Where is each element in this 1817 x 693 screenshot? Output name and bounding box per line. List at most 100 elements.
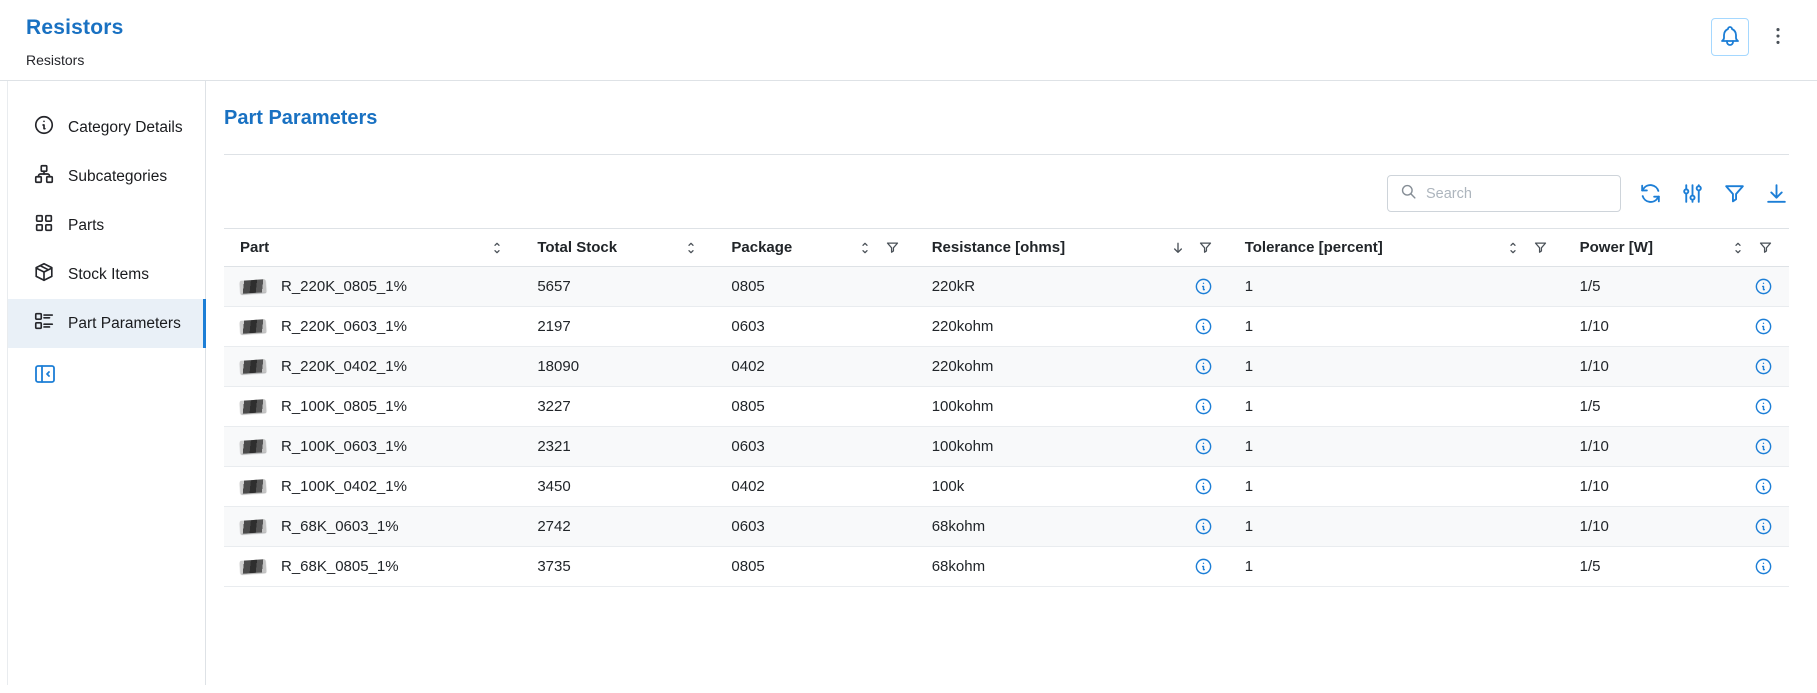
total-stock-value: 2742	[521, 507, 715, 546]
search-input[interactable]	[1426, 186, 1609, 202]
table-row[interactable]: R_100K_0805_1% 3227 0805 100kohm 1 1/5	[224, 387, 1789, 427]
part-thumbnail	[240, 559, 267, 574]
resistance-value: 100kohm	[932, 438, 994, 455]
sort-selector-icon[interactable]	[1730, 240, 1746, 256]
column-header-tolerance[interactable]: Tolerance [percent]	[1229, 229, 1564, 266]
resistance-cell: 100kohm	[916, 387, 1229, 426]
parameter-info-button[interactable]	[1194, 277, 1213, 296]
parameter-info-button[interactable]	[1754, 477, 1773, 496]
info-icon	[1754, 484, 1773, 499]
download-icon	[1764, 194, 1789, 209]
parameter-info-button[interactable]	[1754, 357, 1773, 376]
info-icon	[1194, 524, 1213, 539]
table-row[interactable]: R_220K_0402_1% 18090 0402 220kohm 1 1/10	[224, 347, 1789, 387]
content-panel: Category Details Subcategories Parts	[7, 81, 1817, 685]
column-header-power[interactable]: Power [W]	[1564, 229, 1789, 266]
resistance-value: 100kohm	[932, 398, 994, 415]
part-thumbnail	[240, 479, 267, 494]
parameter-info-button[interactable]	[1754, 557, 1773, 576]
part-thumbnail	[240, 399, 267, 414]
table-row[interactable]: R_100K_0402_1% 3450 0402 100k 1 1/10	[224, 467, 1789, 507]
column-header-resistance[interactable]: Resistance [ohms]	[916, 229, 1229, 266]
column-filter-icon[interactable]	[1758, 240, 1773, 255]
info-icon	[1754, 564, 1773, 579]
total-stock-value: 3450	[521, 467, 715, 506]
part-name: R_220K_0402_1%	[281, 358, 407, 375]
sort-selector-icon[interactable]	[683, 240, 699, 256]
resistance-cell: 68kohm	[916, 507, 1229, 546]
sidebar-item-subcategories[interactable]: Subcategories	[8, 152, 205, 201]
notifications-button[interactable]	[1711, 18, 1749, 56]
sidebar-item-label: Parts	[68, 217, 104, 235]
parameter-info-button[interactable]	[1754, 397, 1773, 416]
menu-button[interactable]	[1765, 18, 1791, 56]
sort-selector-icon[interactable]	[489, 240, 505, 256]
info-icon	[1194, 564, 1213, 579]
parameter-info-button[interactable]	[1194, 317, 1213, 336]
table-row[interactable]: R_220K_0603_1% 2197 0603 220kohm 1 1/10	[224, 307, 1789, 347]
section-divider	[224, 154, 1789, 155]
resistance-value: 68kohm	[932, 558, 985, 575]
sidebar-item-parts[interactable]: Parts	[8, 201, 205, 250]
header-left: Resistors Resistors	[26, 16, 124, 68]
table-toolbar	[224, 175, 1789, 212]
total-stock-value: 5657	[521, 267, 715, 306]
column-header-total-stock[interactable]: Total Stock	[521, 229, 715, 266]
parameter-info-button[interactable]	[1754, 437, 1773, 456]
tolerance-value: 1	[1229, 267, 1564, 306]
parameter-info-button[interactable]	[1754, 317, 1773, 336]
sidebar-item-part-parameters[interactable]: Part Parameters	[8, 299, 205, 348]
parameter-info-button[interactable]	[1194, 477, 1213, 496]
tolerance-value: 1	[1229, 547, 1564, 586]
power-value: 1/10	[1580, 478, 1609, 495]
table-row[interactable]: R_68K_0805_1% 3735 0805 68kohm 1 1/5	[224, 547, 1789, 587]
power-cell: 1/10	[1564, 347, 1789, 386]
breadcrumb[interactable]: Resistors	[26, 52, 124, 68]
parameter-info-button[interactable]	[1754, 517, 1773, 536]
parameter-info-button[interactable]	[1194, 397, 1213, 416]
package-value: 0603	[715, 307, 915, 346]
filter-button[interactable]	[1721, 181, 1747, 207]
power-value: 1/10	[1580, 518, 1609, 535]
sidebar-item-stock-items[interactable]: Stock Items	[8, 250, 205, 299]
info-icon	[1194, 404, 1213, 419]
parameter-info-button[interactable]	[1194, 557, 1213, 576]
part-cell: R_100K_0402_1%	[224, 467, 521, 506]
sidebar-item-label: Category Details	[68, 119, 183, 137]
table-options-button[interactable]	[1679, 181, 1705, 207]
info-icon	[1194, 444, 1213, 459]
column-label: Total Stock	[537, 239, 617, 256]
download-button[interactable]	[1763, 181, 1789, 207]
sidebar-collapse-button[interactable]	[33, 362, 57, 386]
main-content: Part Parameters	[206, 81, 1817, 685]
table-row[interactable]: R_100K_0603_1% 2321 0603 100kohm 1 1/10	[224, 427, 1789, 467]
sidebar-item-category-details[interactable]: Category Details	[8, 103, 205, 152]
part-name: R_68K_0805_1%	[281, 558, 399, 575]
info-icon	[1194, 484, 1213, 499]
parameter-info-button[interactable]	[1194, 357, 1213, 376]
parameter-info-button[interactable]	[1194, 437, 1213, 456]
sort-selector-icon[interactable]	[857, 240, 873, 256]
refresh-icon	[1638, 194, 1663, 209]
sort-selector-icon[interactable]	[1505, 240, 1521, 256]
column-header-part[interactable]: Part	[224, 229, 521, 266]
sort-desc-icon[interactable]	[1170, 240, 1186, 256]
tolerance-value: 1	[1229, 307, 1564, 346]
table-row[interactable]: R_220K_0805_1% 5657 0805 220kR 1 1/5	[224, 267, 1789, 307]
column-filter-icon[interactable]	[1533, 240, 1548, 255]
info-icon	[1754, 444, 1773, 459]
table-row[interactable]: R_68K_0603_1% 2742 0603 68kohm 1 1/10	[224, 507, 1789, 547]
parameter-info-button[interactable]	[1194, 517, 1213, 536]
tolerance-value: 1	[1229, 467, 1564, 506]
column-filter-icon[interactable]	[885, 240, 900, 255]
part-thumbnail	[240, 439, 267, 454]
resistance-cell: 220kR	[916, 267, 1229, 306]
parameter-info-button[interactable]	[1754, 277, 1773, 296]
column-label: Power [W]	[1580, 239, 1653, 256]
part-thumbnail	[240, 519, 267, 534]
refresh-button[interactable]	[1637, 181, 1663, 207]
column-header-package[interactable]: Package	[715, 229, 915, 266]
total-stock-value: 3227	[521, 387, 715, 426]
part-name: R_220K_0805_1%	[281, 278, 407, 295]
column-filter-icon[interactable]	[1198, 240, 1213, 255]
